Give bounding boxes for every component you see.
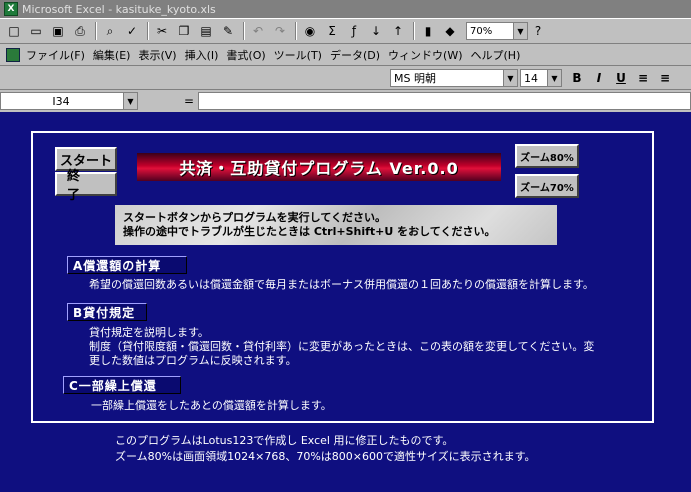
workbook-icon[interactable] bbox=[6, 47, 20, 62]
window-title: Microsoft Excel - kasituke_kyoto.xls bbox=[22, 2, 216, 16]
sort-descending-icon[interactable]: ↑ bbox=[388, 21, 408, 41]
menu-help[interactable]: ヘルプ(H) bbox=[471, 47, 521, 63]
chevron-down-icon[interactable]: ▼ bbox=[503, 70, 517, 86]
underline-button[interactable]: U bbox=[610, 69, 632, 87]
menu-panel: スタート 終 了 共済・互助貸付プログラム Ver.0.0 ズーム80% ズーム… bbox=[31, 131, 654, 423]
section-c-description: 一部繰上償還をしたあとの償還額を計算します。 bbox=[91, 399, 332, 413]
equals-sign: = bbox=[184, 94, 195, 108]
zoom80-button[interactable]: ズーム80% bbox=[515, 144, 579, 168]
menu-insert[interactable]: 挿入(I) bbox=[185, 47, 219, 63]
undo-icon[interactable]: ↶ bbox=[248, 21, 268, 41]
sort-ascending-icon[interactable]: ↓ bbox=[366, 21, 386, 41]
zoom-select[interactable]: 70% ▼ bbox=[466, 22, 528, 40]
description-line: 一部繰上償還をしたあとの償還額を計算します。 bbox=[91, 399, 332, 412]
toolbar-separator bbox=[413, 22, 415, 40]
font-size-value: 14 bbox=[524, 71, 538, 85]
align-center-icon[interactable]: ≡ bbox=[654, 69, 676, 87]
paste-icon[interactable]: ▤ bbox=[196, 21, 216, 41]
footer-line: このプログラムはLotus123で作成し Excel 用に修正したものです。 bbox=[115, 434, 454, 447]
help-icon[interactable]: ? bbox=[528, 21, 548, 41]
chart-wizard-icon[interactable]: ▮ bbox=[418, 21, 438, 41]
toolbar-separator bbox=[95, 22, 97, 40]
toolbar-separator bbox=[295, 22, 297, 40]
menu-tools[interactable]: ツール(T) bbox=[274, 47, 322, 63]
toolbar-separator bbox=[243, 22, 245, 40]
menu-bar: ファイル(F) 編集(E) 表示(V) 挿入(I) 書式(O) ツール(T) デ… bbox=[0, 44, 691, 66]
name-box[interactable]: I34 ▼ bbox=[0, 92, 138, 110]
description-line: 制度（貸付限度額・償還回数・貸付利率）に変更があったときは、この表の額を変更して… bbox=[89, 340, 595, 353]
chevron-down-icon[interactable]: ▼ bbox=[513, 23, 527, 39]
menu-edit[interactable]: 編集(E) bbox=[93, 47, 131, 63]
format-painter-icon[interactable]: ✎ bbox=[218, 21, 238, 41]
font-select[interactable]: MS 明朝 ▼ bbox=[390, 69, 518, 87]
redo-icon[interactable]: ↷ bbox=[270, 21, 290, 41]
copy-icon[interactable]: ❐ bbox=[174, 21, 194, 41]
program-title: 共済・互助貸付プログラム Ver.0.0 bbox=[137, 153, 501, 181]
notice-line: 操作の途中でトラブルが生じたときは Ctrl+Shift+U をおしてください。 bbox=[123, 225, 496, 238]
section-c-label[interactable]: C一部繰上償還 bbox=[63, 376, 181, 394]
formula-bar: I34 ▼ = bbox=[0, 90, 691, 112]
notice-line: スタートボタンからプログラムを実行してください。 bbox=[123, 211, 387, 224]
chevron-down-icon[interactable]: ▼ bbox=[123, 93, 137, 109]
description-line: 更した数値はプログラムに反映されます。 bbox=[89, 354, 297, 367]
standard-toolbar: □ ▭ ▣ ⎙ ⌕ ✓ ✂ ❐ ▤ ✎ ↶ ↷ ◉ Σ ƒ ↓ ↑ ▮ ◆ 70… bbox=[0, 18, 691, 44]
chevron-down-icon[interactable]: ▼ bbox=[547, 70, 561, 86]
section-a-description: 希望の償還回数あるいは償還金額で毎月またはボーナス併用償還の１回あたりの償還額を… bbox=[89, 278, 594, 292]
footer-line: ズーム80%は画面領域1024×768、70%は800×600で適性サイズに表示… bbox=[115, 450, 536, 463]
cell-reference: I34 bbox=[52, 94, 70, 108]
menu-view[interactable]: 表示(V) bbox=[138, 47, 176, 63]
toolbar-separator bbox=[147, 22, 149, 40]
menu-file[interactable]: ファイル(F) bbox=[26, 47, 85, 63]
function-icon[interactable]: ƒ bbox=[344, 21, 364, 41]
menu-data[interactable]: データ(D) bbox=[330, 47, 380, 63]
cut-icon[interactable]: ✂ bbox=[152, 21, 172, 41]
autosum-icon[interactable]: Σ bbox=[322, 21, 342, 41]
end-button[interactable]: 終 了 bbox=[55, 169, 117, 203]
font-size-select[interactable]: 14 ▼ bbox=[520, 69, 562, 87]
spelling-icon[interactable]: ✓ bbox=[122, 21, 142, 41]
formula-input[interactable] bbox=[198, 92, 691, 110]
worksheet-area: スタート 終 了 共済・互助貸付プログラム Ver.0.0 ズーム80% ズーム… bbox=[0, 112, 691, 492]
drawing-icon[interactable]: ◆ bbox=[440, 21, 460, 41]
menu-format[interactable]: 書式(O) bbox=[226, 47, 265, 63]
print-preview-icon[interactable]: ⌕ bbox=[100, 21, 120, 41]
hyperlink-icon[interactable]: ◉ bbox=[300, 21, 320, 41]
print-icon[interactable]: ⎙ bbox=[70, 21, 90, 41]
save-icon[interactable]: ▣ bbox=[48, 21, 68, 41]
zoom70-button[interactable]: ズーム70% bbox=[515, 174, 579, 198]
description-line: 希望の償還回数あるいは償還金額で毎月またはボーナス併用償還の１回あたりの償還額を… bbox=[89, 278, 594, 291]
footer-note: このプログラムはLotus123で作成し Excel 用に修正したものです。 ズ… bbox=[115, 433, 536, 465]
section-b-label[interactable]: B貸付規定 bbox=[67, 303, 147, 321]
new-file-icon[interactable]: □ bbox=[4, 21, 24, 41]
italic-button[interactable]: I bbox=[588, 69, 610, 87]
section-b-description: 貸付規定を説明します。 制度（貸付限度額・償還回数・貸付利率）に変更があったとき… bbox=[89, 326, 594, 368]
align-left-icon[interactable]: ≡ bbox=[632, 69, 654, 87]
zoom-value: 70% bbox=[470, 25, 493, 37]
title-bar: X Microsoft Excel - kasituke_kyoto.xls bbox=[0, 0, 691, 18]
open-folder-icon[interactable]: ▭ bbox=[26, 21, 46, 41]
description-line: 貸付規定を説明します。 bbox=[89, 326, 209, 339]
menu-window[interactable]: ウィンドウ(W) bbox=[388, 47, 462, 63]
bold-button[interactable]: B bbox=[566, 69, 588, 87]
font-value: MS 明朝 bbox=[394, 72, 436, 85]
section-a-label[interactable]: A償還額の計算 bbox=[67, 256, 187, 274]
formatting-toolbar: MS 明朝 ▼ 14 ▼ B I U ≡ ≡ bbox=[0, 66, 691, 90]
excel-icon: X bbox=[4, 2, 18, 16]
notice-box: スタートボタンからプログラムを実行してください。 操作の途中でトラブルが生じたと… bbox=[115, 205, 557, 245]
